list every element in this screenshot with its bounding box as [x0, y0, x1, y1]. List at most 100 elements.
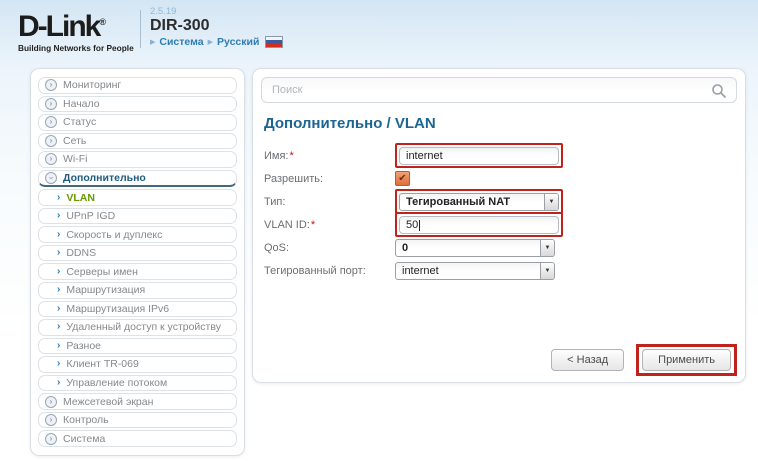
logo-tagline: Building Networks for People	[18, 43, 136, 53]
checkmark-icon: ✔	[398, 172, 406, 185]
qos-select[interactable]: 0▼	[395, 239, 555, 257]
chevron-right-icon: ›	[57, 248, 60, 258]
sidebar-item-label: Сеть	[63, 135, 86, 147]
sidebar-item-advanced[interactable]: ›Дополнительно	[38, 170, 237, 188]
sidebar-item-label: Статус	[63, 116, 96, 128]
text-caret	[419, 220, 420, 231]
search-box	[261, 77, 737, 103]
page-title: Дополнительно / VLAN	[264, 115, 737, 132]
form-row-vlan-id: VLAN ID:* 50	[264, 213, 737, 236]
field-label: QoS:	[264, 242, 395, 254]
header: D-Link® Building Networks for People 2.5…	[0, 0, 758, 58]
sidebar-item-network[interactable]: › Сеть	[38, 133, 237, 150]
breadcrumb-system-link[interactable]: Система	[159, 36, 203, 48]
sidebar-item-status[interactable]: ›Статус	[38, 114, 237, 131]
chevron-right-icon: ›	[57, 193, 60, 203]
form-row-enable: Разрешить:✔	[264, 167, 737, 190]
sidebar-item-label: Маршрутизация	[66, 284, 145, 296]
circle-arrow-icon: ›	[45, 135, 57, 147]
dropdown-arrow-icon[interactable]: ▼	[540, 263, 554, 279]
search-input[interactable]	[262, 78, 736, 102]
sidebar-item-label: Начало	[63, 98, 100, 110]
chevron-right-icon: ›	[57, 322, 60, 332]
main-panel: Дополнительно / VLAN Имя:* internet Разреш…	[252, 68, 746, 383]
required-asterisk: *	[311, 219, 315, 231]
apply-button[interactable]: Применить	[642, 349, 731, 371]
sidebar-item-speed-duplex[interactable]: ›Скорость и дуплекс	[38, 226, 237, 243]
field-label: Разрешить:	[264, 173, 395, 185]
sidebar-item-label: Система	[63, 433, 105, 445]
sidebar-item-firewall[interactable]: ›Межсетевой экран	[38, 393, 237, 410]
circle-arrow-icon: ›	[45, 79, 57, 91]
tagged-port-select[interactable]: internet▼	[395, 262, 555, 280]
sidebar-item-flow-control[interactable]: ›Управление потоком	[38, 375, 237, 392]
header-divider	[140, 10, 141, 48]
name-input[interactable]: internet	[399, 147, 559, 165]
selected-value: 0	[396, 240, 540, 256]
dropdown-arrow-icon[interactable]: ▼	[540, 240, 554, 256]
russia-flag-icon[interactable]	[265, 36, 283, 48]
sidebar-item-tr069-client[interactable]: ›Клиент TR-069	[38, 356, 237, 373]
sidebar-item-name-servers[interactable]: › Серверы имен	[38, 263, 237, 280]
vlan-form: Имя:*internetРазрешить:✔Тип:Тегированный…	[264, 144, 737, 282]
chevron-right-icon: ›	[57, 267, 60, 277]
circle-arrow-icon: ›	[45, 414, 57, 426]
chevron-right-icon: ›	[57, 378, 60, 388]
sidebar-item-label: Маршрутизация IPv6	[66, 303, 169, 315]
annotation-highlight: Применить	[636, 344, 737, 376]
form-row-name: Имя:* internet	[264, 144, 737, 167]
sidebar-item-label: Wi-Fi	[63, 153, 88, 165]
type-select[interactable]: Тегированный NAT▼	[399, 193, 559, 211]
dropdown-arrow-icon[interactable]: ▼	[544, 194, 558, 210]
sidebar-menu: ›Мониторинг›Начало›Статус›Сеть›Wi-Fi›Доп…	[38, 77, 237, 447]
sidebar-item-label: UPnP IGD	[66, 210, 115, 222]
form-row-type: Тип: Тегированный NAT▼	[264, 190, 737, 213]
registered-mark: ®	[99, 17, 106, 27]
sidebar-item-vlan[interactable]: ›VLAN	[38, 189, 237, 206]
circle-arrow-icon: ›	[45, 396, 57, 408]
search-icon[interactable]	[711, 83, 727, 99]
circle-arrow-icon: ›	[45, 153, 57, 165]
sidebar-item-label: Серверы имен	[66, 266, 138, 278]
chevron-right-icon: ›	[57, 341, 60, 351]
firmware-version: 2.5.19	[150, 6, 283, 17]
chevron-right-icon: ›	[57, 285, 60, 295]
field-label: VLAN ID:*	[264, 219, 395, 231]
sidebar-item-monitoring[interactable]: › Мониторинг	[38, 77, 237, 94]
sidebar-item-label: Мониторинг	[63, 79, 121, 91]
sidebar-item-routing[interactable]: › Маршрутизация	[38, 282, 237, 299]
sidebar-item-ddns[interactable]: › DDNS	[38, 245, 237, 262]
sidebar-item-upnp-igd[interactable]: ›UPnP IGD	[38, 208, 237, 225]
sidebar-item-remote-access[interactable]: ›Удаленный доступ к устройству	[38, 319, 237, 336]
field-label: Тегированный порт:	[264, 265, 395, 277]
header-model-block: 2.5.19 DIR-300 ▶ Система ▶ Русский	[150, 6, 283, 48]
sidebar-item-label: Разное	[66, 340, 101, 352]
input-value: internet	[406, 150, 443, 162]
chevron-right-icon: ›	[57, 359, 60, 369]
enable-checkbox[interactable]: ✔	[395, 171, 410, 186]
back-button[interactable]: < Назад	[551, 349, 624, 371]
sidebar-item-routing-ipv6[interactable]: ›Маршрутизация IPv6	[38, 301, 237, 318]
breadcrumb-arrow-icon: ▶	[150, 38, 155, 46]
selected-value: internet	[396, 263, 540, 279]
breadcrumb-arrow-icon: ▶	[208, 38, 213, 46]
selected-value: Тегированный NAT	[400, 194, 544, 210]
sidebar-item-label: Дополнительно	[63, 172, 146, 184]
field-label: Имя:*	[264, 150, 395, 162]
field-label: Тип:	[264, 196, 395, 208]
sidebar-item-control[interactable]: › Контроль	[38, 412, 237, 429]
vlan-id-input[interactable]: 50	[399, 216, 559, 234]
sidebar-item-label: Контроль	[63, 414, 109, 426]
logo-wordmark: D-Link	[18, 10, 99, 43]
sidebar-item-label: DDNS	[66, 247, 96, 259]
sidebar-item-wifi[interactable]: › Wi-Fi	[38, 151, 237, 168]
form-row-tagged-port: Тегированный порт:internet▼	[264, 259, 737, 282]
sidebar-item-home[interactable]: ›Начало	[38, 96, 237, 113]
sidebar-item-misc[interactable]: › Разное	[38, 338, 237, 355]
sidebar-item-system[interactable]: ›Система	[38, 430, 237, 447]
breadcrumb-language-link[interactable]: Русский	[217, 36, 259, 48]
dlink-logo: D-Link® Building Networks for People	[18, 7, 136, 53]
annotation-highlight: Тегированный NAT▼	[395, 189, 563, 214]
form-row-qos: QoS:0▼	[264, 236, 737, 259]
model-name: DIR-300	[150, 17, 283, 34]
